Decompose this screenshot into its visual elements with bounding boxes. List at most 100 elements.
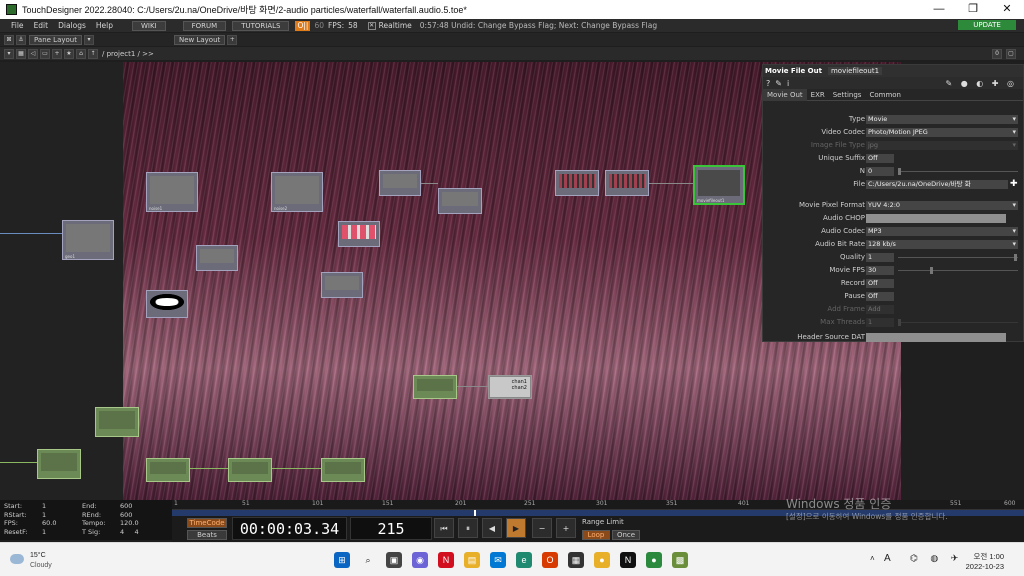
chrome-profile-icon[interactable]: ●: [646, 552, 662, 568]
param-value-num[interactable]: 1: [866, 318, 894, 327]
start-value[interactable]: 1: [42, 502, 82, 511]
anchor-icon[interactable]: ⚓: [16, 34, 26, 45]
tutorials-button[interactable]: TUTORIALS: [232, 20, 290, 31]
param-slider[interactable]: [898, 168, 1018, 175]
weather-condition[interactable]: Cloudy: [30, 562, 52, 569]
operator-node[interactable]: [555, 170, 599, 196]
add-op-icon[interactable]: +: [52, 48, 62, 59]
close-button[interactable]: ✕: [990, 0, 1024, 19]
timeline-ruler[interactable]: 1 51 101 151 201 251 301 351 401 551 600: [172, 500, 1024, 510]
param-slider[interactable]: [898, 267, 1018, 274]
tray-chevron-icon[interactable]: ˄: [870, 554, 875, 563]
browse-file-icon[interactable]: ✚: [1010, 179, 1018, 189]
notion-icon[interactable]: N: [620, 552, 636, 568]
weather-temp[interactable]: 15°C: [30, 552, 46, 559]
step-plus-button[interactable]: +: [556, 518, 576, 538]
store-icon[interactable]: ▦: [568, 552, 584, 568]
menu-help[interactable]: Help: [91, 21, 118, 30]
moviefileout-node[interactable]: moviefileout1: [693, 165, 745, 205]
operator-node[interactable]: [338, 221, 380, 247]
param-value-drop[interactable]: 128 kb/s: [866, 240, 1018, 249]
operator-node[interactable]: noise1: [146, 172, 198, 212]
param-value-drop[interactable]: YUV 4:2:0: [866, 201, 1018, 210]
touchdesigner-taskbar-icon[interactable]: ▩: [672, 552, 688, 568]
param-value-num[interactable]: 0: [866, 167, 894, 176]
tray-icons[interactable]: ⌬ ◍ ✈: [910, 553, 963, 564]
operator-node[interactable]: [379, 170, 421, 196]
pause-button[interactable]: ⏸: [458, 518, 478, 538]
wiki-button[interactable]: WIKI: [132, 20, 166, 31]
office-icon[interactable]: O: [542, 552, 558, 568]
param-value-tog[interactable]: Off: [866, 279, 894, 288]
forward-icon[interactable]: ▭: [40, 48, 50, 59]
slider-thumb[interactable]: [1014, 254, 1017, 261]
help-icon[interactable]: ?: [766, 79, 770, 88]
param-slider[interactable]: [898, 254, 1018, 261]
rend-value[interactable]: 600: [120, 511, 132, 520]
tsig-value[interactable]: 4 4: [120, 528, 139, 537]
input-language[interactable]: A: [884, 553, 891, 564]
tab-movie-out[interactable]: Movie Out: [763, 88, 807, 101]
param-value-num[interactable]: 30: [866, 266, 894, 275]
param-value-field[interactable]: [866, 214, 1006, 223]
param-value-tog[interactable]: Off: [866, 292, 894, 301]
tempo-value[interactable]: 120.0: [120, 519, 139, 528]
param-slider[interactable]: [898, 319, 1018, 326]
chevron-down-icon[interactable]: ▾: [83, 34, 94, 45]
chop-node[interactable]: [413, 375, 457, 399]
step-minus-button[interactable]: −: [532, 518, 552, 538]
chat-icon[interactable]: ◉: [412, 552, 428, 568]
param-value-drop[interactable]: MP3: [866, 227, 1018, 236]
pane-layout-button[interactable]: Pane Layout: [29, 34, 82, 45]
clock-date[interactable]: 2022-10-23: [960, 562, 1004, 571]
menu-file[interactable]: File: [6, 21, 29, 30]
star-icon[interactable]: ★: [64, 48, 74, 59]
loop-button[interactable]: Loop: [582, 530, 610, 540]
param-value-drop[interactable]: Movie: [866, 115, 1018, 124]
back-icon[interactable]: ◁: [28, 48, 38, 59]
up-icon[interactable]: ↑: [88, 48, 98, 59]
timecode-button[interactable]: TimeCode: [187, 518, 227, 528]
param-value-drop[interactable]: Photo/Motion JPEG: [866, 128, 1018, 137]
mail-icon[interactable]: ✉: [490, 552, 506, 568]
info-icon[interactable]: i: [787, 79, 789, 88]
chop-node[interactable]: [37, 449, 81, 479]
split-icon[interactable]: ⊠: [4, 34, 14, 45]
slider-thumb[interactable]: [898, 319, 901, 326]
operator-name-field[interactable]: moviefileout1: [827, 67, 883, 75]
maximize-button[interactable]: ❐: [956, 0, 990, 19]
operator-node[interactable]: [146, 290, 188, 318]
end-value[interactable]: 600: [120, 502, 132, 511]
chop-node[interactable]: [95, 407, 139, 437]
operator-node[interactable]: [196, 245, 238, 271]
edit-icon[interactable]: ✎: [775, 79, 782, 88]
step-back-button[interactable]: ◀: [482, 518, 502, 538]
param-value-file[interactable]: C:/Users/2u.na/OneDrive/바탕 화: [866, 180, 1008, 189]
grid-icon[interactable]: ▦: [16, 48, 26, 59]
slider-thumb[interactable]: [898, 168, 901, 175]
add-layout-button[interactable]: +: [227, 34, 238, 45]
task-view-icon[interactable]: ▣: [386, 552, 402, 568]
pane-menu-icon[interactable]: ▾: [4, 48, 14, 59]
home-icon[interactable]: ⌂: [76, 48, 86, 59]
play-button[interactable]: ▶: [506, 518, 526, 538]
tab-exr[interactable]: EXR: [807, 89, 829, 101]
edge-icon[interactable]: e: [516, 552, 532, 568]
chrome-icon[interactable]: ●: [594, 552, 610, 568]
search-icon[interactable]: ⌕: [360, 552, 376, 568]
chop-node[interactable]: [146, 458, 190, 482]
perf-monitor-button[interactable]: O||: [295, 20, 311, 31]
param-value-num[interactable]: 1: [866, 253, 894, 262]
netflix-icon[interactable]: N: [438, 552, 454, 568]
once-button[interactable]: Once: [612, 530, 640, 540]
time-display[interactable]: 00:00:03.34: [232, 517, 347, 540]
frame-display[interactable]: 215: [350, 517, 432, 540]
slider-thumb[interactable]: [930, 267, 933, 274]
rewind-button[interactable]: ⏮: [434, 518, 454, 538]
realtime-checkbox[interactable]: ✕: [367, 21, 376, 30]
chop-node[interactable]: [228, 458, 272, 482]
menu-dialogs[interactable]: Dialogs: [53, 21, 91, 30]
forum-button[interactable]: FORUM: [182, 20, 227, 31]
file-explorer-icon[interactable]: ▤: [464, 552, 480, 568]
minimize-button[interactable]: —: [922, 0, 956, 19]
